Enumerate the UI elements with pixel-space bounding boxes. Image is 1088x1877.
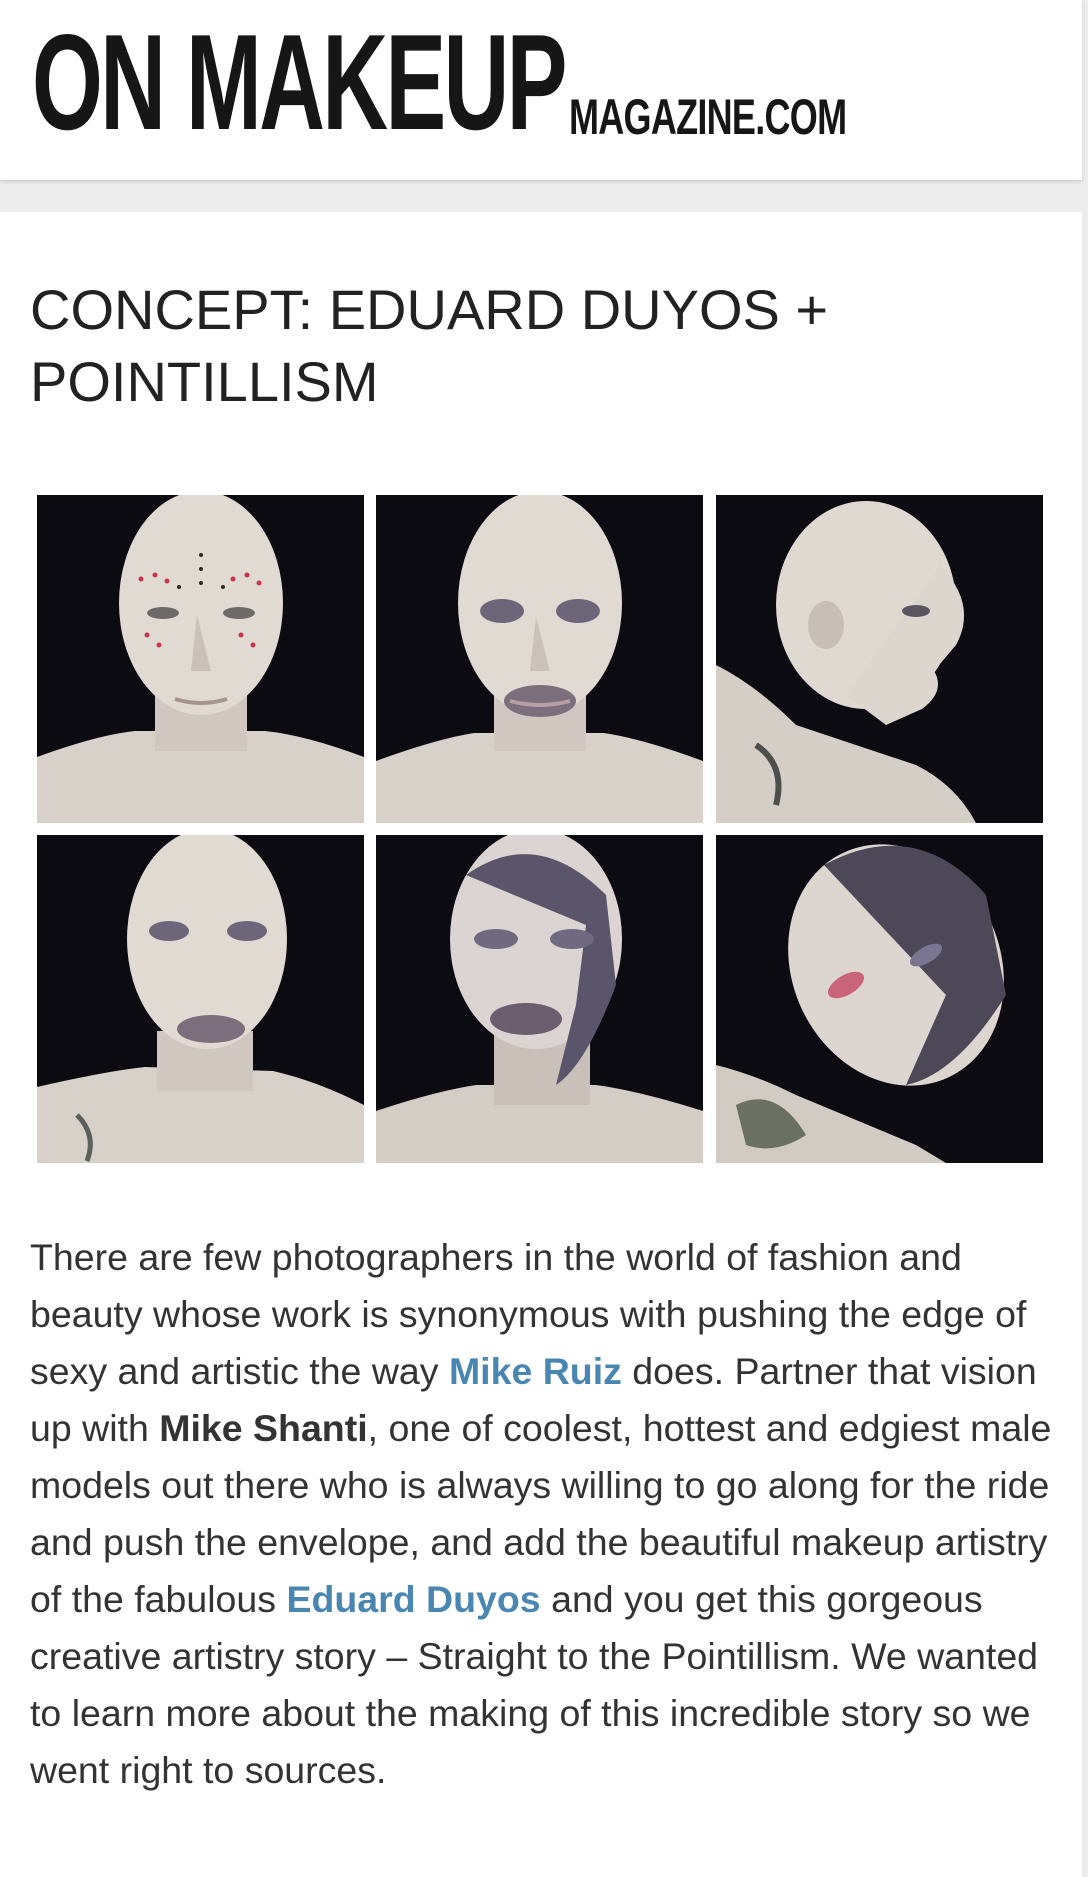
portrait-image [376, 495, 703, 823]
gallery-photo-4[interactable] [37, 835, 364, 1163]
article-card: CONCEPT: EDUARD DUYOS + POINTILLISM Ther… [0, 212, 1082, 1877]
gallery-photo-1[interactable] [37, 495, 364, 823]
photo-gallery [37, 495, 1043, 1173]
logo-main-text: ON MAKEUP [32, 6, 567, 158]
portrait-image [37, 495, 364, 823]
portrait-image [716, 835, 1043, 1163]
link-mike-ruiz[interactable]: Mike Ruiz [449, 1350, 622, 1392]
portrait-image [376, 835, 703, 1163]
link-eduard-duyos[interactable]: Eduard Duyos [286, 1578, 540, 1620]
article-body: There are few photographers in the world… [30, 1229, 1060, 1799]
gallery-photo-3[interactable] [716, 495, 1043, 823]
portrait-image [716, 495, 1043, 823]
bold-mike-shanti: Mike Shanti [159, 1407, 368, 1449]
site-logo[interactable]: ON MAKEUP MAGAZINE.COM [32, 14, 954, 150]
logo-domain-text: MAGAZINE.COM [569, 89, 847, 145]
gallery-photo-6[interactable] [716, 835, 1043, 1163]
article-title: CONCEPT: EDUARD DUYOS + POINTILLISM [30, 278, 829, 413]
site-header: ON MAKEUP MAGAZINE.COM [0, 0, 1082, 180]
portrait-image [37, 835, 364, 1163]
gallery-photo-5[interactable] [376, 835, 703, 1163]
gallery-photo-2[interactable] [376, 495, 703, 823]
